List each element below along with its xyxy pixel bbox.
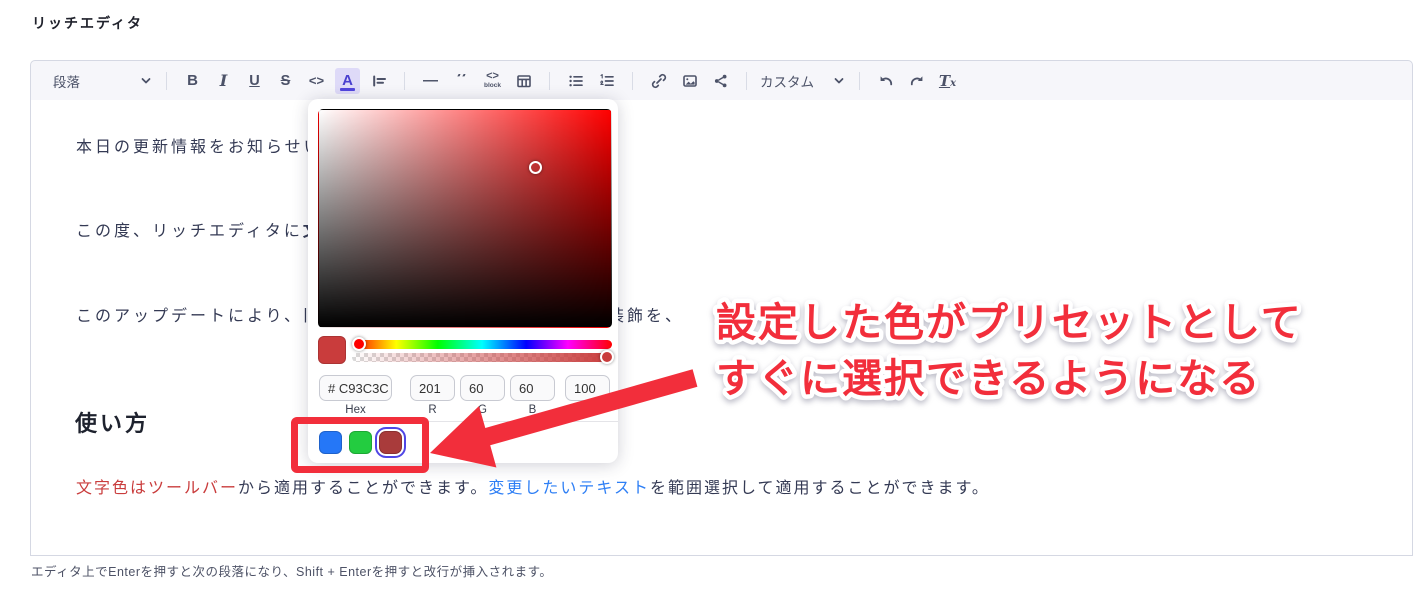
remove-format-icon: Tx bbox=[938, 71, 957, 90]
toolbar-separator bbox=[746, 71, 747, 90]
font-color-button[interactable]: A bbox=[335, 67, 360, 94]
page-title: リッチエディタ bbox=[32, 15, 144, 31]
toolbar-separator bbox=[166, 71, 167, 90]
toolbar-separator bbox=[632, 71, 633, 90]
redo-button[interactable] bbox=[904, 68, 929, 94]
hex-label: Hex bbox=[345, 404, 366, 416]
alpha-slider[interactable] bbox=[352, 353, 612, 362]
remove-format-button[interactable]: Tx bbox=[935, 68, 960, 94]
rich-editor-page: リッチエディタ 段落 B I U S <> A — ” <> block カスタ… bbox=[0, 0, 1413, 611]
alpha-label: Alpha bbox=[572, 404, 603, 416]
editor-toolbar: 段落 B I U S <> A — ” <> block カスタム Tx bbox=[30, 60, 1413, 101]
blue-colored-text: 変更したいテキスト bbox=[488, 480, 650, 497]
custom-dropdown-label: カスタム bbox=[760, 74, 814, 90]
custom-dropdown[interactable]: カスタム bbox=[760, 68, 846, 94]
hue-slider-handle[interactable] bbox=[352, 337, 366, 351]
italic-button[interactable]: I bbox=[211, 68, 236, 94]
alpha-input[interactable] bbox=[565, 375, 610, 401]
blockquote-button[interactable]: ” bbox=[449, 68, 474, 94]
red-input[interactable] bbox=[410, 375, 455, 401]
font-color-underline-bar bbox=[340, 88, 355, 91]
code-icon: <> bbox=[308, 73, 325, 88]
underline-button[interactable]: U bbox=[242, 68, 267, 94]
font-color-a-icon: A bbox=[342, 72, 353, 89]
toolbar-separator bbox=[404, 71, 405, 90]
hex-input[interactable] bbox=[319, 375, 392, 401]
paragraph-style-dropdown[interactable]: 段落 bbox=[53, 68, 153, 94]
numbered-list-icon bbox=[598, 72, 616, 90]
saturation-cursor[interactable] bbox=[529, 161, 542, 174]
toolbar-separator bbox=[859, 71, 860, 90]
toolbar-separator bbox=[549, 71, 550, 90]
redo-icon bbox=[908, 75, 922, 90]
editor-paragraph: この度、リッチエディタに文 bbox=[76, 217, 322, 241]
code-block-icon: <> block bbox=[484, 70, 501, 90]
annotation-highlight-rect bbox=[291, 417, 429, 473]
strikethrough-button[interactable]: S bbox=[273, 68, 298, 94]
share-icon bbox=[714, 74, 726, 87]
editor-paragraph: このアップデートにより、旧 bbox=[76, 308, 323, 325]
current-color-preview bbox=[318, 336, 346, 364]
alignment-button[interactable] bbox=[366, 68, 391, 94]
green-label: G bbox=[478, 404, 487, 416]
image-icon bbox=[681, 72, 699, 90]
bold-button[interactable]: B bbox=[180, 68, 205, 94]
share-button[interactable] bbox=[708, 68, 733, 94]
editor-content-area[interactable]: 本日の更新情報をお知らせい この度、リッチエディタに文 このアップデートにより、… bbox=[30, 100, 1413, 556]
inline-code-button[interactable]: <> bbox=[304, 68, 329, 94]
paragraph-style-label: 段落 bbox=[53, 74, 80, 90]
alpha-slider-handle[interactable] bbox=[600, 350, 614, 364]
color-picker-popup: Hex R G B Alpha bbox=[308, 99, 618, 463]
plain-text: から適用することができます。 bbox=[238, 480, 489, 497]
bulleted-list-icon bbox=[568, 75, 585, 86]
plain-text: を範囲選択して適用することができます。 bbox=[649, 480, 990, 497]
editor-helper-note: エディタ上でEnterを押すと次の段落になり、Shift + Enterを押すと… bbox=[31, 565, 553, 579]
code-block-button[interactable]: <> block bbox=[480, 68, 505, 94]
red-label: R bbox=[428, 404, 437, 416]
chevron-down-icon bbox=[139, 74, 153, 88]
link-icon bbox=[650, 72, 668, 90]
insert-image-button[interactable] bbox=[677, 68, 702, 94]
insert-table-button[interactable] bbox=[511, 68, 536, 94]
saturation-value-area[interactable] bbox=[318, 109, 612, 328]
horizontal-rule-icon: — bbox=[423, 72, 438, 89]
align-icon bbox=[370, 72, 388, 90]
red-colored-text: 文字色はツールバー bbox=[76, 480, 239, 497]
horizontal-rule-button[interactable]: — bbox=[418, 68, 443, 94]
table-icon bbox=[515, 72, 533, 90]
editor-paragraph: 本日の更新情報をお知らせい bbox=[76, 139, 323, 156]
editor-heading: 使い方 bbox=[75, 411, 151, 436]
chevron-down-icon bbox=[832, 74, 846, 88]
blockquote-icon: ” bbox=[455, 73, 468, 88]
bulleted-list-button[interactable] bbox=[563, 68, 588, 94]
undo-icon bbox=[880, 75, 895, 90]
insert-link-button[interactable] bbox=[646, 68, 671, 94]
blue-label: B bbox=[528, 404, 537, 416]
editor-paragraph: 文字色はツールバーから適用することができます。変更したいテキストを範囲選択して適… bbox=[76, 474, 990, 498]
editor-paragraph-fragment: 装飾を、 bbox=[608, 308, 685, 325]
blue-input[interactable] bbox=[510, 375, 555, 401]
green-input[interactable] bbox=[460, 375, 505, 401]
undo-button[interactable] bbox=[873, 68, 898, 94]
hue-slider[interactable] bbox=[352, 340, 612, 349]
numbered-list-button[interactable] bbox=[594, 68, 619, 94]
